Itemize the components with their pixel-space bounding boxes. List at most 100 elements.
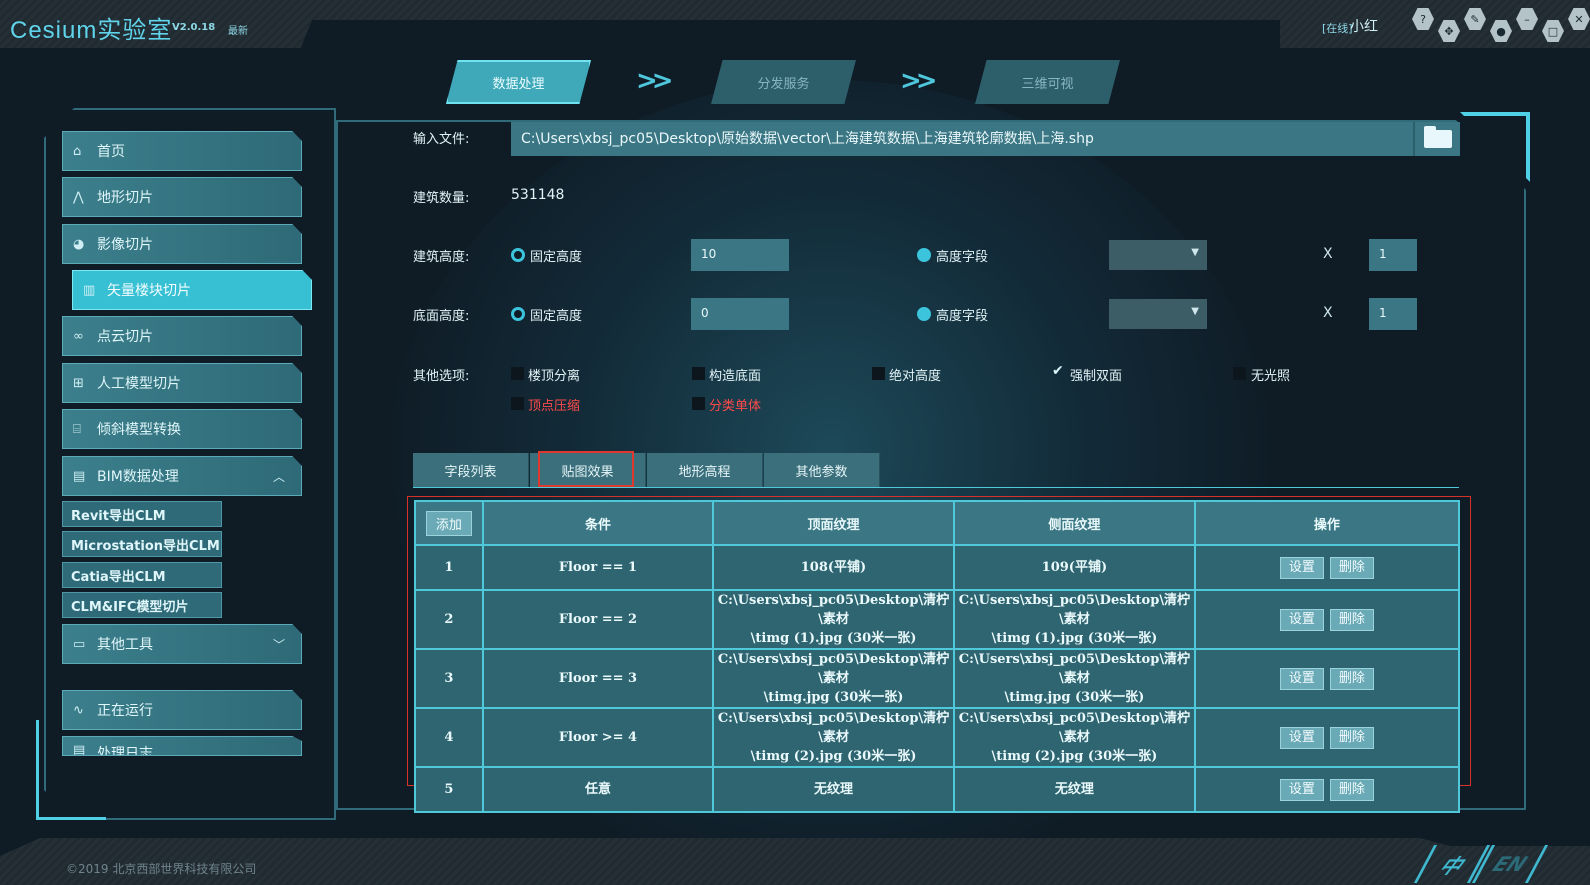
delete-button[interactable]: 删除 — [1329, 726, 1374, 749]
base-field-label: 高度字段 — [936, 309, 989, 324]
user-icon[interactable]: ● — [1490, 20, 1512, 42]
bim-sub-catia[interactable]: Catia导出CLM — [62, 562, 222, 588]
sidebar-item-terrain[interactable]: ⋀ 地形切片 — [62, 177, 302, 217]
minimize-icon[interactable]: – — [1516, 8, 1538, 30]
vertex-compress-label: 顶点压缩 — [528, 399, 581, 414]
tab-highlight — [538, 451, 634, 487]
terrain-icon: ⋀ — [73, 189, 84, 205]
delete-button[interactable]: 删除 — [1329, 667, 1374, 690]
build-base-label: 构造底面 — [709, 369, 762, 384]
bim-icon: ▤ — [73, 468, 86, 484]
height-field-radio[interactable] — [917, 248, 931, 262]
step-arrow-icon: >> — [636, 66, 673, 96]
count-label: 建筑数量: — [413, 191, 470, 206]
settings-icon[interactable]: ✎ — [1464, 8, 1486, 30]
help-icon[interactable]: ? — [1412, 8, 1434, 30]
sidebar-item-home[interactable]: ⌂ 首页 — [62, 131, 302, 171]
copyright: ©2019 北京西部世界科技有限公司 — [66, 862, 257, 876]
build-base-checkbox[interactable] — [692, 367, 705, 380]
sidebar-item-log[interactable]: ▤ 处理日志 — [62, 736, 302, 756]
height-label: 建筑高度: — [413, 250, 470, 265]
table-row: 5 任意 无纹理 无纹理 设置 删除 — [414, 766, 1461, 813]
folder-icon — [1423, 126, 1452, 148]
vertex-compress-checkbox[interactable] — [511, 397, 524, 410]
pulse-icon: ∿ — [73, 702, 84, 718]
user-name[interactable]: 小红 — [1350, 16, 1378, 36]
app-title: Cesium实验室 — [10, 17, 173, 44]
maximize-icon[interactable]: □ — [1542, 20, 1564, 42]
set-button[interactable]: 设置 — [1279, 608, 1324, 631]
height-field-label: 高度字段 — [936, 250, 989, 265]
base-multiplier-input[interactable]: 1 — [1369, 298, 1417, 330]
height-multiplier-input[interactable]: 1 — [1369, 239, 1417, 271]
column-actions: 操作 — [1193, 500, 1461, 546]
bim-sub-clm-ifc[interactable]: CLM&IFC模型切片 — [62, 592, 222, 618]
column-side-texture: 侧面纹理 — [952, 500, 1196, 546]
tab-other-params[interactable]: 其他参数 — [764, 453, 880, 487]
multiply-label: X — [1323, 246, 1333, 262]
set-button[interactable]: 设置 — [1279, 667, 1324, 690]
force-double-side-label: 强制双面 — [1070, 369, 1123, 384]
base-fixed-label: 固定高度 — [530, 309, 583, 324]
height-fixed-radio[interactable] — [511, 248, 525, 262]
column-top-texture: 顶面纹理 — [712, 500, 955, 546]
set-button[interactable]: 设置 — [1279, 556, 1324, 579]
base-field-select[interactable]: ▼ — [1109, 299, 1207, 329]
tab-underline — [413, 487, 1459, 488]
step-3d-view[interactable]: 三维可视 — [975, 60, 1120, 104]
latest-badge: 最新 — [228, 26, 248, 37]
roof-separate-checkbox[interactable] — [511, 367, 524, 380]
delete-button[interactable]: 删除 — [1329, 608, 1374, 631]
app-version: V2.0.18 — [172, 22, 216, 33]
tab-terrain-height[interactable]: 地形高程 — [647, 453, 763, 487]
count-value: 531148 — [511, 187, 565, 203]
base-fixed-input[interactable]: 0 — [691, 298, 789, 330]
log-icon: ▤ — [73, 743, 86, 756]
base-field-radio[interactable] — [917, 307, 931, 321]
table-row: 3 Floor == 3 C:\Users\xbsj_pc05\Desktop\… — [414, 648, 1461, 709]
input-file-label: 输入文件: — [413, 132, 470, 147]
delete-button[interactable]: 删除 — [1329, 556, 1374, 579]
height-fixed-input[interactable]: 10 — [691, 239, 789, 271]
step-data-processing[interactable]: 数据处理 — [446, 60, 591, 104]
height-field-select[interactable]: ▼ — [1109, 240, 1207, 270]
set-button[interactable]: 设置 — [1279, 726, 1324, 749]
bim-sub-microstation[interactable]: Microstation导出CLM — [62, 531, 222, 557]
bim-sub-revit[interactable]: Revit导出CLM — [62, 501, 222, 527]
tools-icon: ▭ — [73, 636, 86, 652]
classify-checkbox[interactable] — [692, 397, 705, 410]
base-fixed-radio[interactable] — [511, 307, 525, 321]
sidebar-item-pointcloud[interactable]: ∞ 点云切片 — [62, 316, 302, 356]
sidebar-item-other-tools[interactable]: ▭ 其他工具 ﹀ — [62, 624, 302, 664]
height-fixed-label: 固定高度 — [530, 250, 583, 265]
sidebar-item-manual-model[interactable]: ⊞ 人工模型切片 — [62, 363, 302, 403]
sidebar-item-oblique[interactable]: ⌸ 倾斜模型转换 — [62, 409, 302, 449]
tab-field-list[interactable]: 字段列表 — [413, 453, 529, 487]
delete-button[interactable]: 删除 — [1329, 778, 1374, 801]
close-icon[interactable]: ✕ — [1568, 8, 1590, 30]
sidebar-item-running[interactable]: ∿ 正在运行 — [62, 690, 302, 730]
building-icon: ▥ — [83, 282, 96, 298]
add-button[interactable]: 添加 — [425, 510, 472, 536]
browse-button[interactable] — [1413, 122, 1460, 156]
set-button[interactable]: 设置 — [1279, 778, 1324, 801]
force-double-side-checkbox[interactable]: ✔ — [1052, 364, 1065, 378]
step-distribution[interactable]: 分发服务 — [711, 60, 856, 104]
chevron-up-icon: ︿ — [272, 469, 285, 484]
chevron-down-icon: ﹀ — [272, 637, 285, 652]
move-icon[interactable]: ✥ — [1438, 20, 1460, 42]
no-lighting-checkbox[interactable] — [1233, 367, 1246, 380]
input-file-field[interactable]: C:\Users\xbsj_pc05\Desktop\原始数据\vector\上… — [511, 122, 1413, 156]
column-condition: 条件 — [481, 500, 715, 546]
absolute-height-checkbox[interactable] — [872, 367, 885, 380]
sidebar-item-bim[interactable]: ▤ BIM数据处理 ︿ — [62, 456, 302, 496]
table-header-row: 添加 条件 顶面纹理 侧面纹理 操作 — [414, 500, 1461, 546]
tab-texture[interactable]: 贴图效果 — [530, 451, 646, 487]
pointcloud-icon: ∞ — [73, 328, 84, 344]
classify-label: 分类单体 — [709, 399, 762, 414]
model-icon: ⊞ — [73, 375, 84, 391]
sidebar-item-vector-building[interactable]: ▥ 矢量楼块切片 — [72, 270, 312, 310]
oblique-icon: ⌸ — [73, 421, 81, 437]
sidebar-item-imagery[interactable]: ◕ 影像切片 — [62, 224, 302, 264]
no-lighting-label: 无光照 — [1251, 369, 1291, 384]
